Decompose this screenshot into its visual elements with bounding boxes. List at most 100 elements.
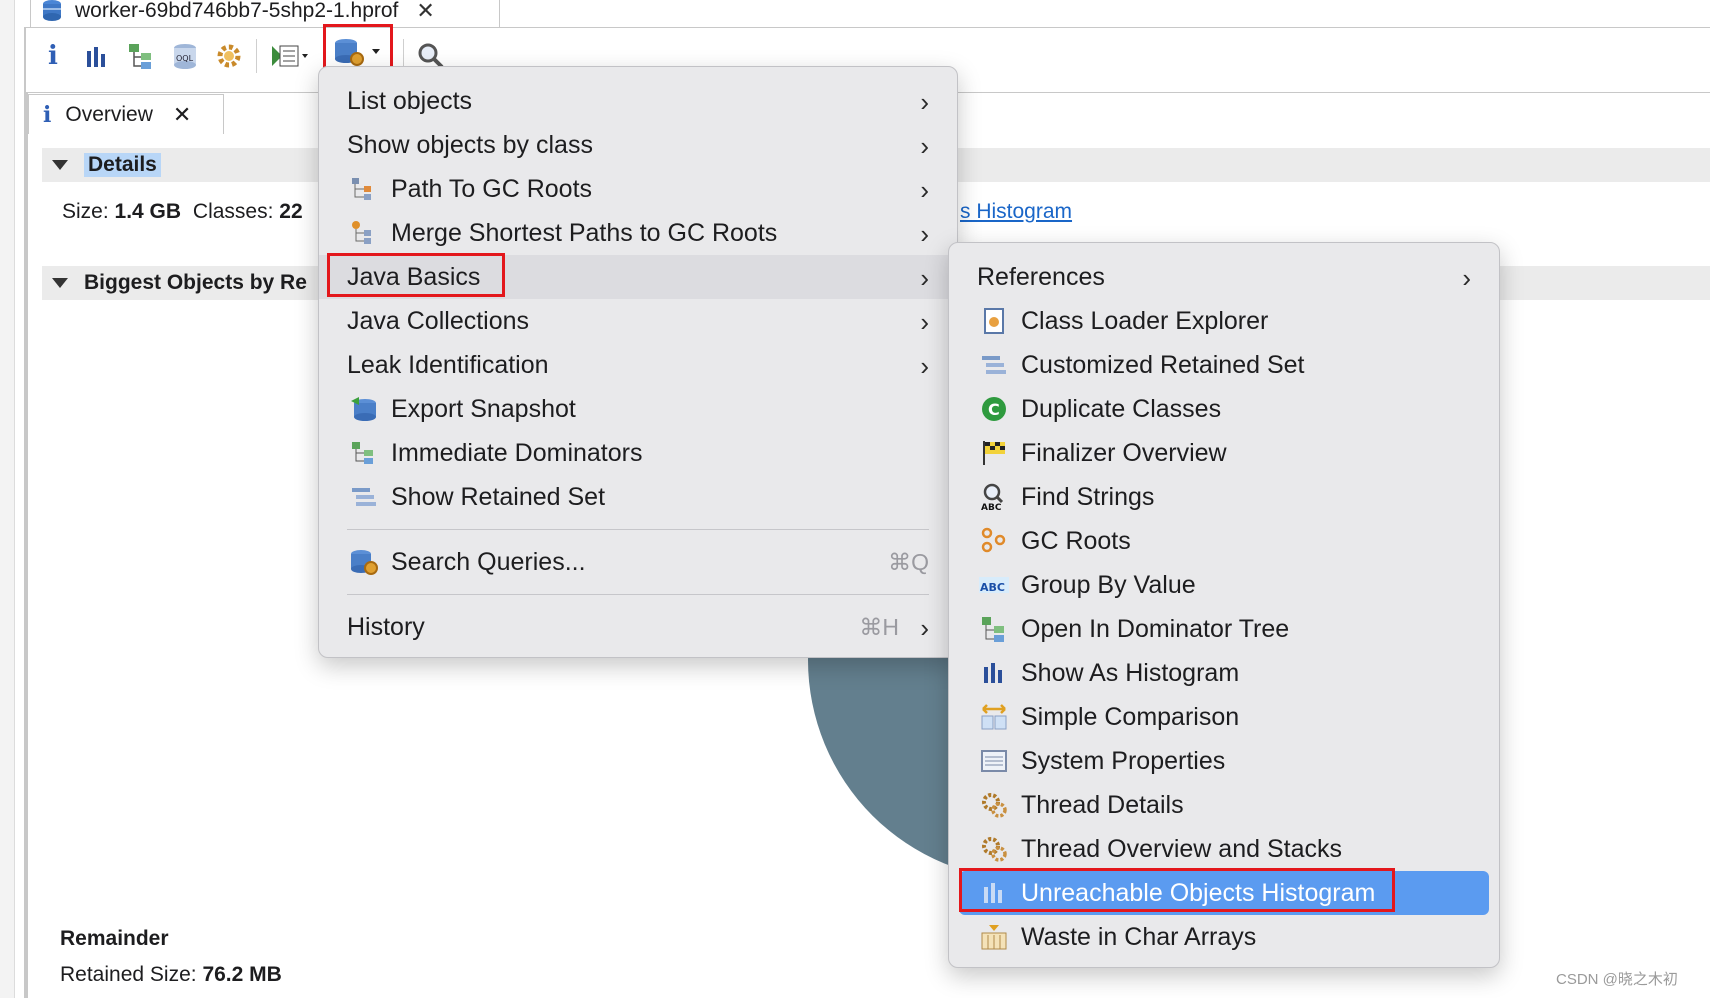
menu-item-list-objects[interactable]: List objects › bbox=[319, 79, 957, 123]
submenu-item-class-loader-explorer[interactable]: Class Loader Explorer bbox=[949, 299, 1499, 343]
query-browser-menu: List objects › Show objects by class › P… bbox=[318, 66, 958, 658]
menu-item-label: Customized Retained Set bbox=[1021, 350, 1305, 379]
info-icon[interactable]: i bbox=[36, 39, 70, 73]
menu-item-java-basics[interactable]: Java Basics › bbox=[319, 253, 957, 299]
thread-gear-icon[interactable] bbox=[212, 39, 246, 73]
chevron-right-icon: › bbox=[920, 175, 929, 205]
toolbar-separator bbox=[256, 39, 257, 73]
submenu-item-references[interactable]: References › bbox=[949, 255, 1499, 299]
menu-item-history[interactable]: History ⌘H › bbox=[319, 605, 957, 649]
menu-item-label: Thread Details bbox=[1021, 790, 1184, 819]
menu-item-label: References bbox=[977, 262, 1105, 291]
submenu-item-simple-comparison[interactable]: Simple Comparison bbox=[949, 695, 1499, 739]
export-snapshot-icon bbox=[347, 394, 381, 424]
submenu-item-waste-in-char-arrays[interactable]: Waste in Char Arrays bbox=[949, 915, 1499, 959]
close-icon[interactable]: ✕ bbox=[173, 102, 191, 128]
classes-label: Classes: bbox=[192, 200, 274, 223]
java-basics-submenu: References › Class Loader Explorer Custo… bbox=[948, 242, 1500, 968]
size-label: Size: bbox=[62, 200, 109, 223]
submenu-item-open-in-dominator-tree[interactable]: Open In Dominator Tree bbox=[949, 607, 1499, 651]
waste-char-arrays-icon bbox=[977, 922, 1011, 952]
collapse-triangle-icon[interactable] bbox=[52, 278, 68, 288]
menu-item-label: Merge Shortest Paths to GC Roots bbox=[391, 218, 778, 247]
menu-item-leak-identification[interactable]: Leak Identification › bbox=[319, 343, 957, 387]
collapse-triangle-icon[interactable] bbox=[52, 160, 68, 170]
menu-item-label: GC Roots bbox=[1021, 526, 1131, 555]
chevron-right-icon: › bbox=[920, 307, 929, 337]
size-line: Size: 1.4 GB Classes: 22 bbox=[62, 200, 303, 224]
heap-dump-icon bbox=[41, 0, 63, 23]
submenu-item-customized-retained-set[interactable]: Customized Retained Set bbox=[949, 343, 1499, 387]
menu-item-immediate-dominators[interactable]: Immediate Dominators bbox=[319, 431, 957, 475]
editor-tab[interactable]: worker-69bd746bb7-5shp2-1.hprof ✕ bbox=[30, 0, 500, 28]
path-to-gc-roots-icon bbox=[347, 174, 381, 204]
finalizer-icon bbox=[977, 438, 1011, 468]
retained-size-value: 76.2 MB bbox=[202, 963, 282, 986]
svg-text:ABC: ABC bbox=[981, 503, 1002, 511]
submenu-item-finalizer-overview[interactable]: Finalizer Overview bbox=[949, 431, 1499, 475]
menu-item-label: List objects bbox=[347, 86, 473, 115]
menu-item-export-snapshot[interactable]: Export Snapshot bbox=[319, 387, 957, 431]
chevron-right-icon: › bbox=[920, 87, 929, 117]
simple-comparison-icon bbox=[977, 702, 1011, 732]
menu-item-java-collections[interactable]: Java Collections › bbox=[319, 299, 957, 343]
close-icon[interactable]: ✕ bbox=[416, 0, 434, 24]
watermark: CSDN @晓之木初 bbox=[1556, 971, 1678, 988]
search-queries-icon bbox=[347, 547, 381, 577]
size-value: 1.4 GB bbox=[114, 200, 182, 223]
menu-item-label: Find Strings bbox=[1021, 482, 1155, 511]
merge-paths-icon bbox=[347, 218, 381, 248]
tab-overview[interactable]: i Overview ✕ bbox=[28, 94, 224, 134]
svg-text:ABC: ABC bbox=[980, 581, 1005, 594]
submenu-item-thread-overview[interactable]: Thread Overview and Stacks bbox=[949, 827, 1499, 871]
customized-retained-set-icon bbox=[977, 350, 1011, 380]
histogram-link[interactable]: s Histogram bbox=[960, 200, 1072, 224]
menu-item-label: Thread Overview and Stacks bbox=[1021, 834, 1342, 863]
menu-item-label: Open In Dominator Tree bbox=[1021, 614, 1290, 643]
menu-item-path-to-gc-roots[interactable]: Path To GC Roots › bbox=[319, 167, 957, 211]
submenu-item-show-as-histogram[interactable]: Show As Histogram bbox=[949, 651, 1499, 695]
dominator-tree-icon bbox=[977, 614, 1011, 644]
menu-item-label: Show Retained Set bbox=[391, 482, 606, 511]
menu-item-label: Search Queries... bbox=[391, 547, 586, 576]
menu-separator bbox=[347, 529, 929, 530]
menu-item-search-queries[interactable]: Search Queries... ⌘Q bbox=[319, 540, 957, 584]
immediate-dominators-icon bbox=[347, 438, 381, 468]
submenu-item-system-properties[interactable]: System Properties bbox=[949, 739, 1499, 783]
chevron-right-icon: › bbox=[920, 613, 929, 643]
highlight-box bbox=[327, 253, 505, 297]
submenu-item-thread-details[interactable]: Thread Details bbox=[949, 783, 1499, 827]
find-strings-icon: ABC bbox=[977, 482, 1011, 512]
menu-separator bbox=[347, 594, 929, 595]
menu-item-label: Immediate Dominators bbox=[391, 438, 643, 467]
dominator-tree-icon[interactable] bbox=[124, 39, 158, 73]
run-report-icon[interactable] bbox=[267, 39, 313, 73]
menu-item-label: Export Snapshot bbox=[391, 394, 576, 423]
menu-item-label: History bbox=[347, 612, 425, 641]
duplicate-classes-icon: C bbox=[977, 394, 1011, 424]
chevron-right-icon: › bbox=[920, 131, 929, 161]
submenu-item-duplicate-classes[interactable]: C Duplicate Classes bbox=[949, 387, 1499, 431]
menu-item-label: Show objects by class bbox=[347, 130, 593, 159]
tab-overview-label: Overview bbox=[65, 102, 153, 126]
retained-set-icon bbox=[347, 482, 381, 512]
menu-item-label: Duplicate Classes bbox=[1021, 394, 1222, 423]
menu-item-show-objects-by-class[interactable]: Show objects by class › bbox=[319, 123, 957, 167]
menu-item-label: Simple Comparison bbox=[1021, 702, 1240, 731]
oql-icon[interactable]: OQL bbox=[168, 39, 202, 73]
menu-item-label: Class Loader Explorer bbox=[1021, 306, 1269, 335]
shortcut-label: ⌘Q bbox=[888, 549, 929, 575]
menu-item-label: Finalizer Overview bbox=[1021, 438, 1227, 467]
histogram-icon[interactable] bbox=[80, 39, 114, 73]
menu-item-show-retained-set[interactable]: Show Retained Set bbox=[319, 475, 957, 519]
menu-item-merge-shortest-paths[interactable]: Merge Shortest Paths to GC Roots › bbox=[319, 211, 957, 255]
info-icon: i bbox=[43, 101, 52, 128]
biggest-objects-title: Biggest Objects by Re bbox=[84, 271, 307, 294]
submenu-item-group-by-value[interactable]: ABC Group By Value bbox=[949, 563, 1499, 607]
chevron-right-icon: › bbox=[920, 351, 929, 381]
retained-size-label: Retained Size: bbox=[60, 963, 197, 986]
submenu-item-gc-roots[interactable]: GC Roots bbox=[949, 519, 1499, 563]
system-properties-icon bbox=[977, 746, 1011, 776]
submenu-item-find-strings[interactable]: ABC Find Strings bbox=[949, 475, 1499, 519]
submenu-item-unreachable-objects-histogram[interactable]: Unreachable Objects Histogram bbox=[959, 868, 1489, 915]
